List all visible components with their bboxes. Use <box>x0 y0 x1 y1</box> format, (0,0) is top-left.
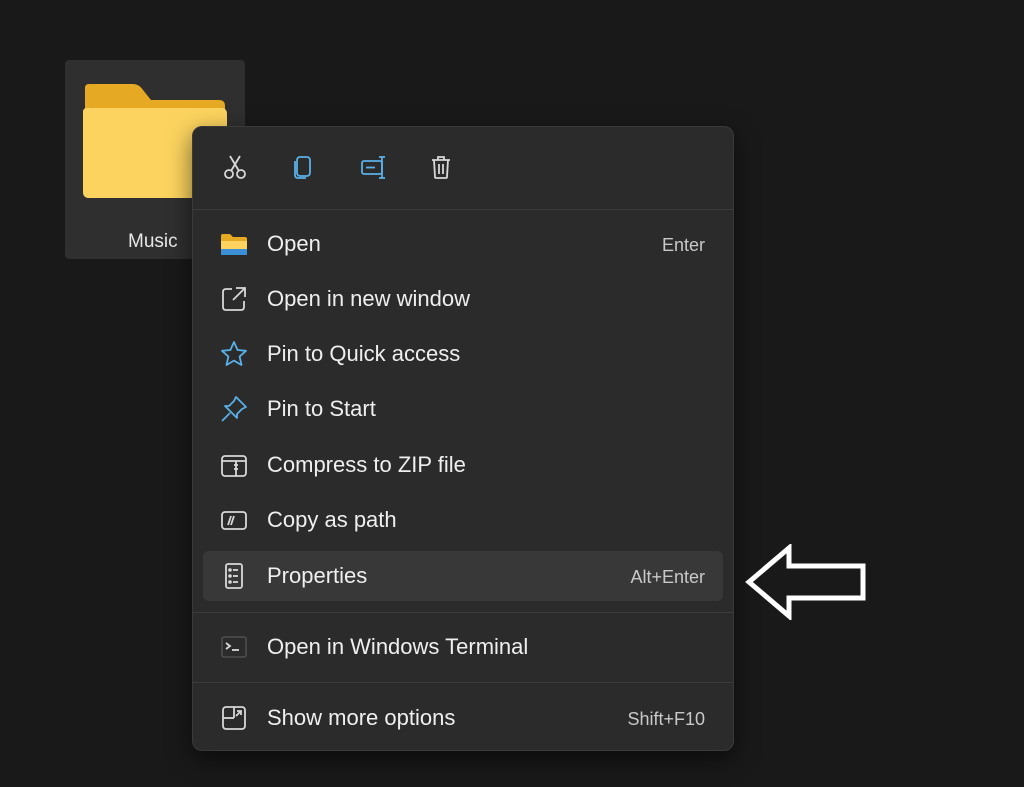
menu-item-pin-quick-access[interactable]: Pin to Quick access <box>203 329 723 379</box>
rename-button[interactable] <box>351 145 395 189</box>
quick-action-bar <box>193 127 733 210</box>
copy-button[interactable] <box>281 145 325 189</box>
menu-item-compress-zip[interactable]: Compress to ZIP file <box>203 440 723 490</box>
scissors-icon <box>224 155 246 179</box>
menu-item-open[interactable]: Open Enter <box>203 219 723 269</box>
star-icon <box>219 339 249 369</box>
menu-item-label: Pin to Quick access <box>267 341 461 366</box>
rename-icon <box>361 156 385 179</box>
folder-open-icon <box>219 229 249 259</box>
menu-item-label: Show more options <box>267 705 456 730</box>
external-window-icon <box>219 284 249 314</box>
menu-item-label: Copy as path <box>267 507 397 532</box>
menu-item-open-terminal[interactable]: Open in Windows Terminal <box>203 622 723 672</box>
copy-icon <box>294 156 311 179</box>
pin-icon <box>219 394 249 424</box>
path-icon <box>219 505 249 535</box>
cut-button[interactable] <box>213 145 257 189</box>
terminal-icon <box>219 632 249 662</box>
menu-item-label: Pin to Start <box>267 396 376 421</box>
zip-icon <box>219 450 249 480</box>
menu-item-label: Open in new window <box>267 286 471 311</box>
trash-icon <box>432 156 450 179</box>
menu-item-label: Compress to ZIP file <box>267 452 466 477</box>
menu-item-properties[interactable]: Properties Alt+Enter <box>203 551 723 601</box>
menu-item-label: Properties <box>267 563 368 588</box>
menu-item-shortcut: Alt+Enter <box>630 567 705 587</box>
menu-item-show-more-options[interactable]: Show more options Shift+F10 <box>203 693 723 743</box>
delete-button[interactable] <box>419 145 463 189</box>
menu-item-shortcut: Enter <box>661 235 705 255</box>
menu-item-shortcut: Shift+F10 <box>627 709 705 729</box>
menu-separator <box>193 682 733 683</box>
menu-separator <box>193 612 733 613</box>
properties-icon <box>219 561 249 591</box>
more-options-icon <box>219 703 249 733</box>
menu-item-copy-as-path[interactable]: Copy as path <box>203 495 723 545</box>
menu-item-pin-start[interactable]: Pin to Start <box>203 384 723 434</box>
menu-item-open-new-window[interactable]: Open in new window <box>203 274 723 324</box>
desktop-canvas: Music Open Enter Open in new window Pin … <box>0 0 1024 787</box>
menu-item-label: Open <box>267 231 321 256</box>
menu-item-label: Open in Windows Terminal <box>267 634 529 659</box>
left-arrow-annotation-icon <box>745 544 866 620</box>
context-menu: Open Enter Open in new window Pin to Qui… <box>192 126 734 751</box>
